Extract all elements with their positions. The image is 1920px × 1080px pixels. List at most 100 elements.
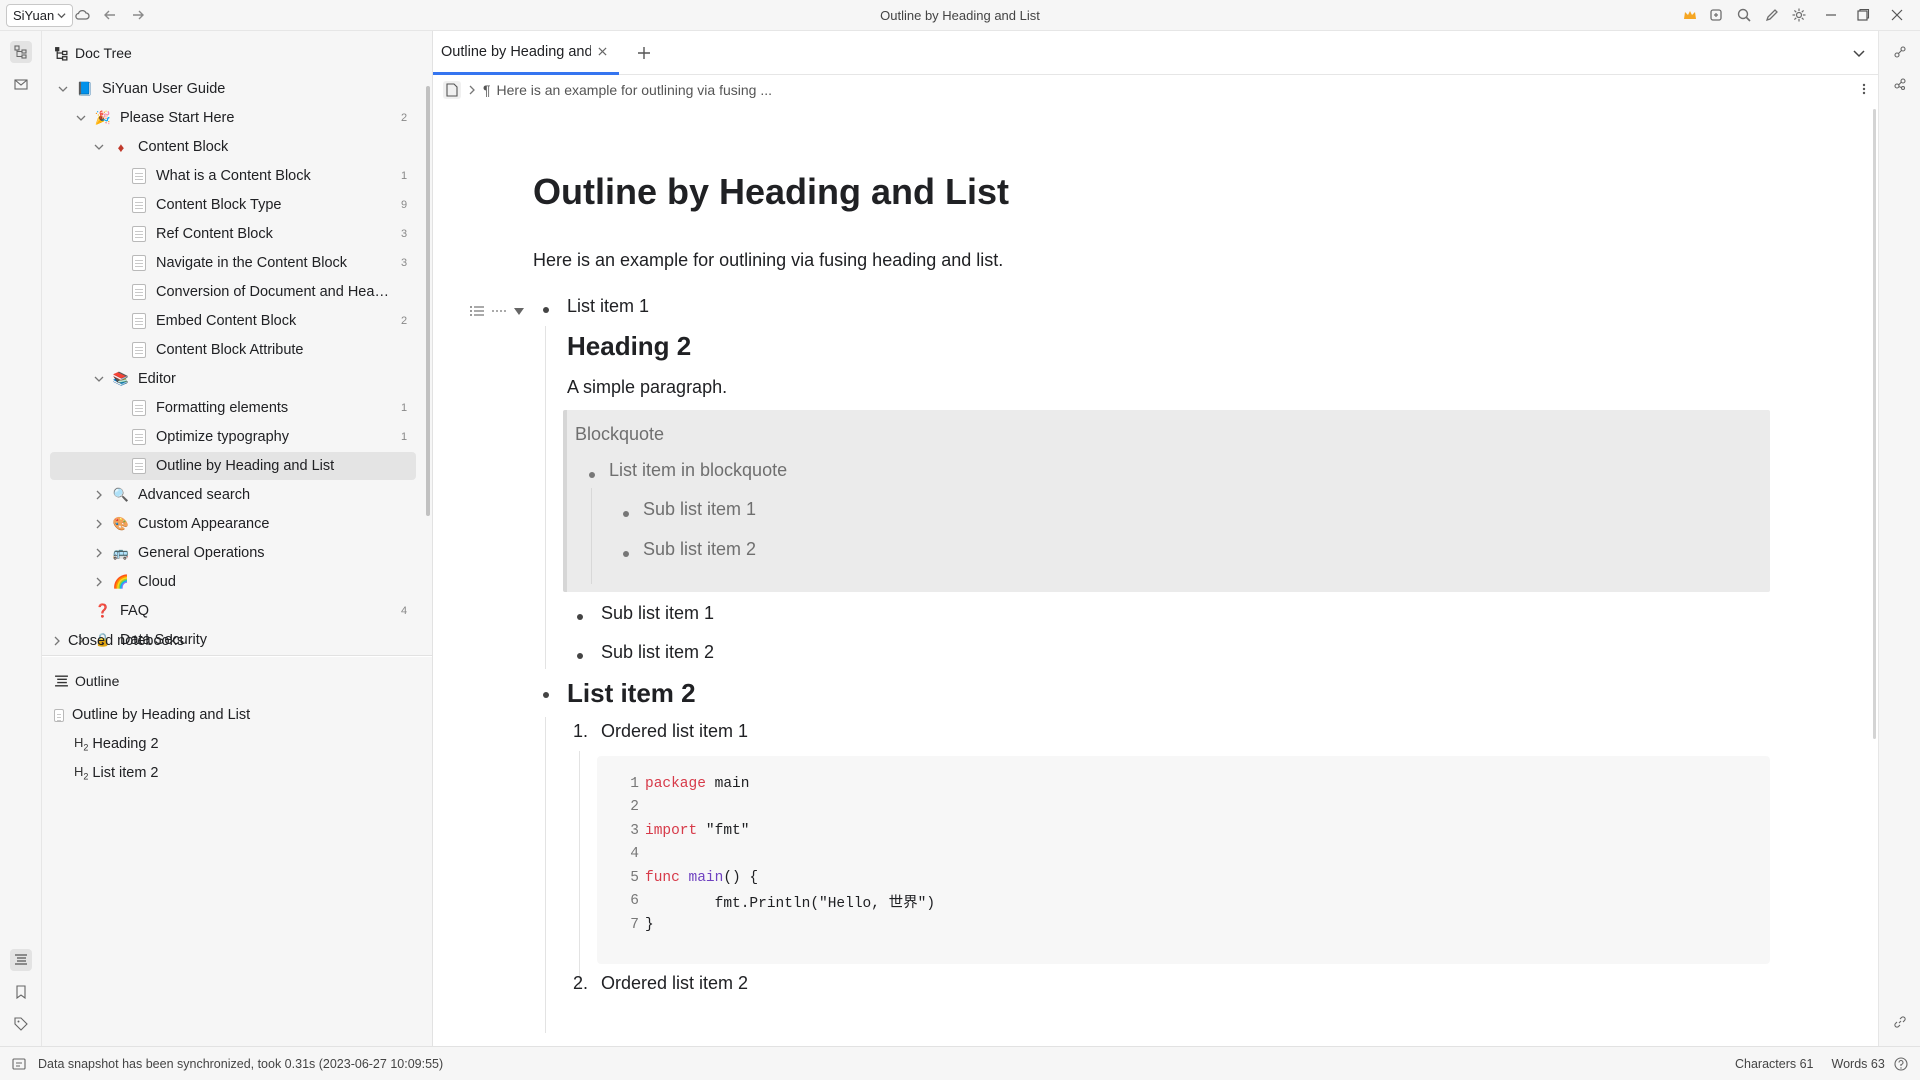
chevron-right-icon[interactable]: [92, 575, 106, 589]
workspace-button[interactable]: SiYuan: [6, 4, 74, 27]
closed-notebooks[interactable]: Closed notebooks: [50, 627, 416, 655]
document-icon: [130, 196, 148, 214]
edit-icon[interactable]: [1764, 7, 1780, 23]
tree-item-label: Content Block Type: [156, 197, 282, 213]
tree-item[interactable]: Navigate in the Content Block 3: [50, 249, 416, 277]
tree-item-label: What is a Content Block: [156, 168, 311, 184]
list-item-2-heading[interactable]: List item 2: [567, 678, 696, 709]
graph-icon[interactable]: [1889, 41, 1911, 63]
code-line: 6 fmt.Println("Hello, 世界"): [597, 890, 935, 913]
tree-item[interactable]: 🎉 Please Start Here 2: [50, 104, 416, 132]
outline-doc-item[interactable]: Outline by Heading and List: [54, 702, 250, 728]
close-icon[interactable]: [1889, 7, 1905, 23]
sub-list-item-2[interactable]: Sub list item 2: [601, 642, 714, 663]
emoji-icon: ❓: [94, 603, 112, 618]
blockquote-list-item[interactable]: List item in blockquote: [609, 460, 787, 481]
chevron-right-icon[interactable]: [92, 546, 106, 560]
doc-tree-scrollbar[interactable]: [426, 86, 430, 516]
outline-heading-label: Heading 2: [92, 736, 159, 752]
restore-icon[interactable]: [1855, 7, 1871, 23]
tree-item-count: 4: [400, 605, 408, 617]
tree-item[interactable]: Content Block Type 9: [50, 191, 416, 219]
simple-paragraph[interactable]: A simple paragraph.: [567, 377, 727, 398]
blockquote-sub-item-2[interactable]: Sub list item 2: [643, 539, 756, 560]
global-graph-icon[interactable]: [1889, 73, 1911, 95]
list-icon[interactable]: [469, 304, 485, 318]
tree-item[interactable]: Optimize typography 1: [50, 423, 416, 451]
blockquote-sub-item-1[interactable]: Sub list item 1: [643, 499, 756, 520]
tree-item[interactable]: 🔍 Advanced search: [50, 481, 416, 509]
heading-2[interactable]: Heading 2: [567, 331, 691, 362]
cloud-icon[interactable]: [74, 7, 90, 23]
minimize-icon[interactable]: [1823, 7, 1839, 23]
chevron-down-icon[interactable]: [56, 82, 70, 96]
tree-item[interactable]: 🚌 General Operations: [50, 539, 416, 567]
back-icon[interactable]: [102, 7, 118, 23]
blockquote[interactable]: Blockquote List item in blockquote Sub l…: [563, 410, 1770, 592]
document-content: Outline by Heading and List Here is an e…: [433, 31, 1879, 1046]
character-count: Characters 61: [1735, 1057, 1814, 1071]
tree-item[interactable]: 🎨 Custom Appearance: [50, 510, 416, 538]
tree-item[interactable]: ❓ FAQ 4: [50, 597, 416, 625]
list-bullet[interactable]: [623, 511, 629, 517]
outline-heading-item[interactable]: H2 List item 2: [74, 760, 159, 786]
tree-item[interactable]: 🌈 Cloud: [50, 568, 416, 596]
emoji-icon: 🔍: [112, 487, 130, 502]
tree-item[interactable]: 📘 SiYuan User Guide: [50, 75, 416, 103]
forward-icon[interactable]: [130, 7, 146, 23]
editor-scrollbar[interactable]: [1873, 109, 1876, 739]
tree-item[interactable]: 📚 Editor: [50, 365, 416, 393]
tree-item[interactable]: What is a Content Block 1: [50, 162, 416, 190]
outline-icon[interactable]: [10, 949, 32, 971]
file-tree-icon[interactable]: [10, 41, 32, 63]
tree-item[interactable]: Embed Content Block 2: [50, 307, 416, 335]
chevron-right-icon[interactable]: [92, 488, 106, 502]
tree-item[interactable]: Outline by Heading and List: [50, 452, 416, 480]
tree-item[interactable]: Content Block Attribute: [50, 336, 416, 364]
tree-item[interactable]: Conversion of Document and Head...: [50, 278, 416, 306]
list-bullet[interactable]: [543, 307, 549, 313]
chevron-down-icon[interactable]: [92, 140, 106, 154]
sync-icon[interactable]: [1708, 7, 1724, 23]
help-icon[interactable]: [1894, 1057, 1908, 1071]
tree-item-label: Cloud: [138, 574, 176, 590]
link-icon[interactable]: [1889, 1011, 1911, 1033]
drag-handle-icon[interactable]: [491, 304, 507, 318]
document-title[interactable]: Outline by Heading and List: [533, 171, 1009, 213]
tree-item[interactable]: Formatting elements 1: [50, 394, 416, 422]
list-bullet[interactable]: [577, 614, 583, 620]
tree-item[interactable]: Ref Content Block 3: [50, 220, 416, 248]
list-bullet[interactable]: [589, 472, 595, 478]
chevron-right-icon[interactable]: [92, 517, 106, 531]
code-line-number: 4: [630, 846, 639, 862]
code-line-number: 3: [630, 822, 639, 839]
chevron-down-icon[interactable]: [92, 372, 106, 386]
outline-icon: [55, 674, 68, 686]
code-line-number: 6: [630, 893, 639, 909]
inbox-icon[interactable]: [10, 73, 32, 95]
list-item-1[interactable]: List item 1: [567, 296, 649, 317]
blockquote-title[interactable]: Blockquote: [575, 424, 664, 445]
tree-item[interactable]: ♦ Content Block: [50, 133, 416, 161]
code-block[interactable]: 1 package main 2 3 import "fmt" 4 5 func main()…: [597, 756, 1770, 964]
code-line: 1 package main: [597, 772, 749, 795]
bookmark-icon[interactable]: [10, 981, 32, 1003]
list-bullet[interactable]: [543, 692, 549, 698]
status-message-icon[interactable]: [12, 1057, 26, 1071]
list-bullet[interactable]: [577, 653, 583, 659]
document-icon: [130, 341, 148, 359]
intro-paragraph[interactable]: Here is an example for outlining via fus…: [533, 250, 1003, 271]
chevron-down-icon[interactable]: [74, 111, 88, 125]
tree-item-count: 2: [400, 315, 408, 327]
ordered-list-item-2[interactable]: Ordered list item 2: [601, 973, 748, 994]
sub-list-item-1[interactable]: Sub list item 1: [601, 603, 714, 624]
outline-heading-item[interactable]: H2 Heading 2: [74, 731, 159, 757]
collapse-triangle-icon[interactable]: [513, 305, 525, 317]
ordered-list-item-1[interactable]: Ordered list item 1: [601, 721, 748, 742]
tag-icon[interactable]: [10, 1013, 32, 1035]
settings-icon[interactable]: [1791, 7, 1807, 23]
crown-icon[interactable]: [1682, 7, 1698, 23]
search-icon[interactable]: [1736, 7, 1752, 23]
list-bullet[interactable]: [623, 551, 629, 557]
